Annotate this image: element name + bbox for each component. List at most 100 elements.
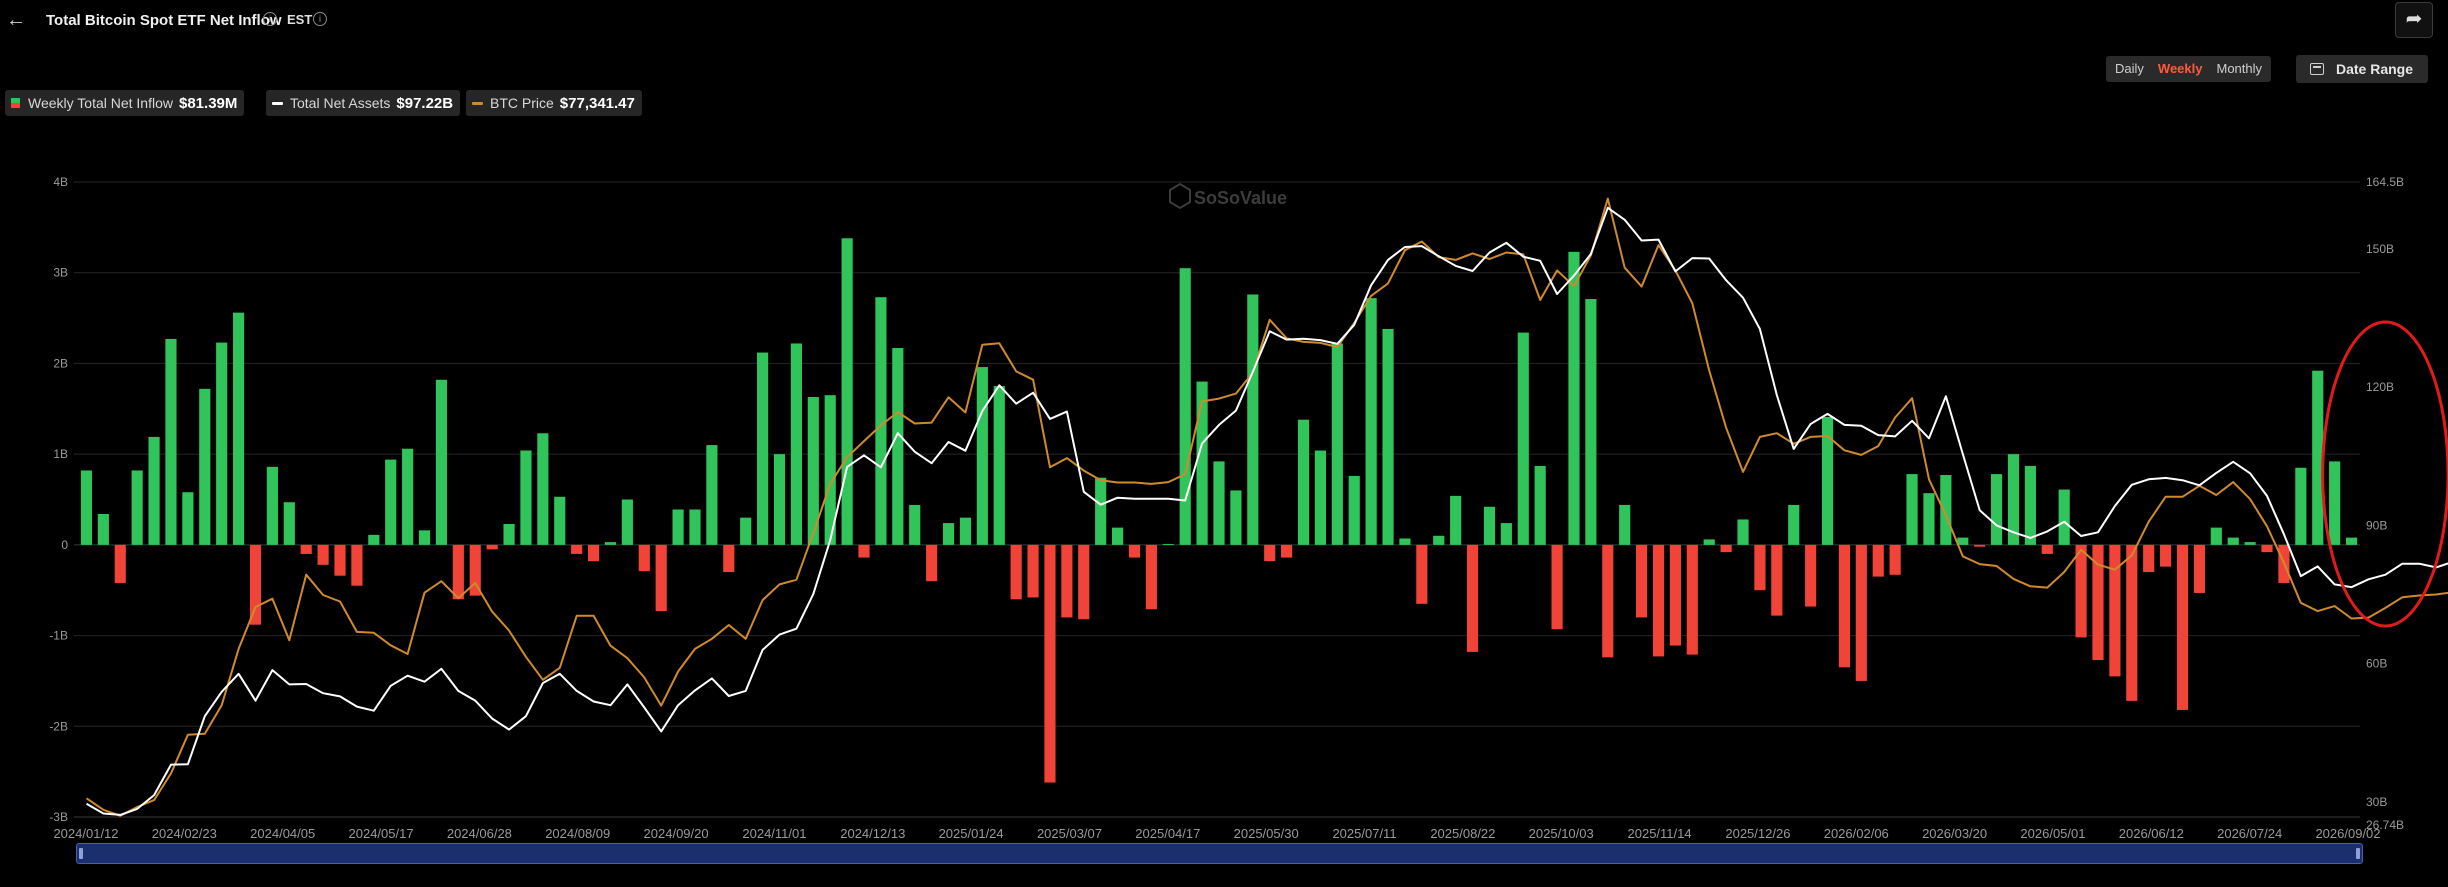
inflow-bar — [621, 499, 633, 545]
inflow-bar — [1179, 268, 1191, 545]
inflow-bar — [2329, 461, 2341, 545]
x-tick-label: 2025/10/03 — [1529, 826, 1594, 841]
inflow-chart[interactable]: SoSoValue 4B 3B 2B 1B 0 -1B -2B -3B 164.5B 150B 12… — [0, 0, 2448, 887]
inflow-bar — [351, 544, 363, 586]
y-left-tick-label: 4B — [53, 175, 68, 189]
inflow-bar — [892, 348, 904, 545]
inflow-bar — [638, 544, 650, 572]
inflow-bar — [2295, 467, 2307, 545]
inflow-bar — [1162, 543, 1174, 545]
inflow-bar — [317, 544, 329, 565]
inflow-bar — [1500, 523, 1512, 545]
inflow-bar — [2058, 489, 2070, 545]
x-tick-label: 2025/12/26 — [1725, 826, 1790, 841]
scroller-left-handle[interactable] — [79, 848, 83, 859]
inflow-bar — [1365, 298, 1377, 545]
x-tick-label: 2025/08/22 — [1430, 826, 1495, 841]
inflow-bar — [1264, 544, 1276, 562]
inflow-bar — [1805, 544, 1817, 607]
inflow-bar — [858, 544, 870, 558]
inflow-bar — [1095, 477, 1107, 545]
inflow-bar — [1686, 544, 1698, 655]
inflow-bar — [1602, 544, 1614, 658]
inflow-bar — [976, 367, 988, 545]
inflow-bar — [740, 517, 752, 545]
inflow-bar — [80, 470, 93, 545]
inflow-bar — [1348, 475, 1360, 545]
x-tick-label: 2025/01/24 — [939, 826, 1004, 841]
y-left-tick-label: 2B — [53, 356, 68, 370]
x-tick-label: 2026/06/12 — [2119, 826, 2184, 841]
inflow-bar — [1838, 544, 1851, 668]
inflow-bar — [2261, 544, 2273, 553]
inflow-bar — [1078, 544, 1090, 620]
inflow-bar — [452, 544, 464, 600]
y-left-tick-label: -3B — [49, 810, 68, 824]
inflow-bar — [706, 445, 718, 545]
inflow-bar — [1247, 294, 1259, 545]
inflow-bar — [1010, 544, 1022, 600]
inflow-bar — [1145, 544, 1157, 610]
inflow-bar — [1433, 535, 1445, 545]
inflow-bar — [1771, 544, 1783, 616]
inflow-bar — [1990, 474, 2003, 545]
inflow-bar — [266, 466, 278, 545]
x-tick-label: 2026/09/02 — [2315, 826, 2380, 841]
inflow-bar — [790, 343, 802, 545]
inflow-bar — [1450, 495, 1462, 545]
inflow-bar — [1196, 381, 1208, 545]
inflow-bar — [2244, 542, 2256, 545]
inflow-bar — [1889, 544, 1901, 575]
inflow-bar — [1044, 544, 1056, 783]
inflow-bar — [2210, 527, 2222, 545]
x-tick-label: 2026/03/20 — [1922, 826, 1987, 841]
inflow-bar — [2193, 544, 2205, 593]
inflow-bar — [165, 338, 177, 545]
x-tick-label: 2024/11/01 — [742, 826, 806, 841]
inflow-bar — [402, 448, 414, 545]
y-left-tick-label: 3B — [53, 266, 68, 280]
inflow-bar — [723, 544, 735, 573]
inflow-bar — [1399, 538, 1411, 545]
x-tick-label: 2024/06/28 — [447, 826, 512, 841]
inflow-bar — [385, 459, 397, 545]
x-tick-label: 2025/03/07 — [1037, 826, 1102, 841]
inflow-bar — [131, 470, 143, 545]
inflow-bar — [926, 544, 938, 582]
inflow-bar — [1669, 544, 1681, 646]
inflow-bar — [1281, 544, 1293, 558]
x-tick-label: 2026/02/06 — [1824, 826, 1889, 841]
inflow-bar — [334, 544, 346, 576]
inflow-bar — [300, 544, 312, 554]
y-right-tick-label: 150B — [2366, 242, 2394, 256]
watermark-logo-icon — [1169, 182, 1191, 210]
inflow-bar — [757, 352, 769, 545]
annotations — [2321, 320, 2448, 628]
inflow-bar — [283, 502, 295, 545]
inflow-bar — [1483, 506, 1496, 545]
y-right-tick-label: 60B — [2366, 657, 2387, 671]
inflow-bar — [2075, 544, 2087, 638]
range-scroller[interactable] — [76, 843, 2363, 864]
x-tick-label: 2025/07/11 — [1332, 826, 1396, 841]
inflow-bar — [587, 544, 600, 562]
inflow-bar — [2126, 544, 2138, 701]
inflow-bar — [1297, 419, 1310, 545]
inflow-bar — [1314, 450, 1327, 545]
inflow-bar — [1551, 544, 1563, 630]
inflow-bar — [199, 388, 211, 545]
inflow-bar — [1720, 544, 1732, 553]
bars — [80, 238, 2358, 783]
y-left-tick-label: -2B — [49, 719, 68, 733]
inflow-bar — [486, 544, 498, 550]
inflow-bar — [689, 509, 701, 545]
inflow-bar — [2227, 537, 2239, 545]
inflow-bar — [503, 523, 515, 545]
scroller-right-handle[interactable] — [2356, 848, 2360, 859]
inflow-bar — [655, 544, 667, 612]
inflow-bar — [2143, 544, 2155, 573]
inflow-bar — [418, 530, 431, 545]
inflow-bar — [1619, 504, 1631, 545]
y-right-tick-label: 120B — [2366, 380, 2394, 394]
inflow-bar — [1213, 461, 1225, 545]
